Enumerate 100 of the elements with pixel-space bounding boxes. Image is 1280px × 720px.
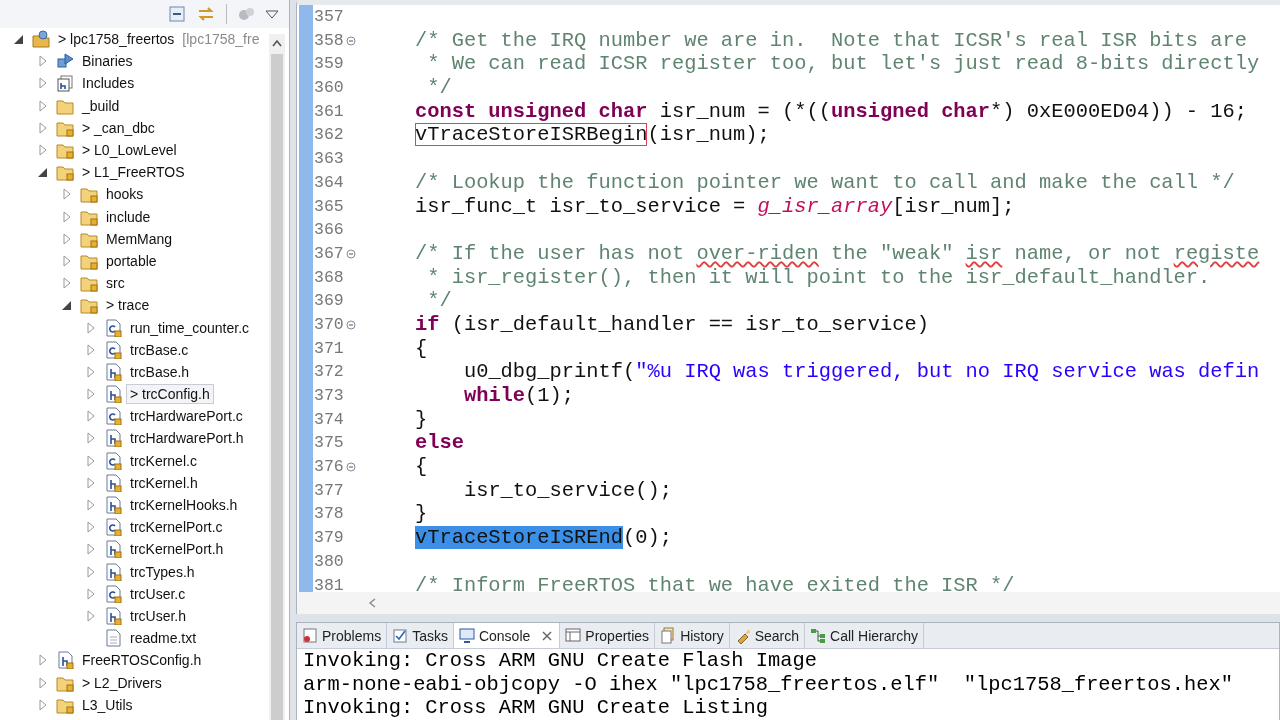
tree-item[interactable]: trcKernelHooks.h bbox=[126, 495, 242, 516]
code-line: /* Lookup the function pointer we want to call and make the call */ bbox=[414, 170, 1235, 195]
line-number: 364 bbox=[313, 171, 345, 194]
tree-item[interactable]: readme.txt bbox=[126, 628, 201, 649]
table-icon bbox=[565, 627, 582, 645]
tree-item[interactable]: trcKernelPort.h bbox=[126, 539, 228, 560]
tree-item[interactable]: hooks bbox=[102, 184, 148, 205]
panel-tab[interactable]: Call Hierarchy bbox=[805, 623, 924, 649]
tree-item[interactable]: > lpc1758_freertos bbox=[54, 29, 179, 50]
binaries-icon bbox=[56, 52, 74, 71]
document-stack-icon bbox=[660, 627, 677, 645]
tree-item[interactable]: Binaries bbox=[78, 51, 137, 72]
scroll-left-icon bbox=[367, 597, 377, 609]
code-line: /* Inform FreeRTOS that we have exited the ISR */ bbox=[414, 573, 1015, 592]
hierarchy-icon bbox=[810, 627, 827, 645]
tree-item[interactable]: FreeRTOSConfig.h bbox=[78, 650, 206, 671]
h-file-icon bbox=[104, 362, 122, 381]
code-line: else bbox=[414, 431, 464, 456]
tree-item[interactable]: > L2_Drivers bbox=[78, 672, 166, 693]
tree-item[interactable]: trcHardwarePort.c bbox=[126, 406, 247, 427]
link-arrows-icon bbox=[196, 5, 216, 23]
tree-item[interactable]: trcKernelPort.c bbox=[126, 517, 227, 538]
tree-item[interactable]: trcUser.h bbox=[126, 605, 190, 626]
line-number: 357 bbox=[313, 6, 345, 28]
tree-item[interactable]: MemMang bbox=[102, 228, 177, 249]
tree-item[interactable]: > trace bbox=[102, 295, 154, 316]
code-line: while(1); bbox=[463, 384, 575, 408]
tree-item[interactable]: run_time_counter.c bbox=[126, 317, 254, 338]
close-icon[interactable] bbox=[540, 628, 555, 643]
line-number: 370 bbox=[313, 313, 345, 336]
line-number: 359 bbox=[313, 53, 345, 76]
c-file-icon bbox=[104, 518, 122, 537]
fold-toggle-icon[interactable] bbox=[346, 35, 356, 46]
fold-toggle-icon[interactable] bbox=[346, 319, 356, 330]
tree-item[interactable]: > L1_FreeRTOS bbox=[78, 162, 189, 183]
tree-item[interactable]: trcHardwarePort.h bbox=[126, 428, 248, 449]
folder-icon bbox=[80, 296, 98, 315]
tree-item[interactable]: trcKernel.h bbox=[126, 472, 202, 493]
code-line: */ bbox=[426, 76, 452, 100]
c-file-icon bbox=[104, 407, 122, 426]
line-number: 378 bbox=[313, 503, 345, 526]
tree-item[interactable]: trcTypes.h bbox=[126, 561, 199, 582]
h-file-icon bbox=[104, 385, 122, 404]
tree-item[interactable]: _build bbox=[78, 95, 124, 116]
h-file-icon bbox=[104, 562, 122, 581]
includes-icon bbox=[56, 74, 74, 93]
view-menu-icon bbox=[265, 9, 279, 19]
line-number: 380 bbox=[313, 550, 345, 573]
fold-toggle-icon[interactable] bbox=[346, 248, 356, 259]
panel-tab[interactable]: Problems bbox=[297, 623, 388, 649]
code-line: /* Get the IRQ number we are in. Note that ICSR's real ISR bits are bbox=[414, 28, 1248, 53]
tree-item[interactable]: src bbox=[102, 273, 129, 294]
line-number: 377 bbox=[313, 479, 345, 502]
scrollbar[interactable] bbox=[269, 34, 285, 720]
folder-icon bbox=[56, 163, 74, 182]
tree-item[interactable]: > L0_LowLevel bbox=[78, 140, 181, 161]
code-line: * We can read ICSR register too, but let's just read 8-bits directly bbox=[426, 52, 1260, 77]
folder-icon bbox=[56, 141, 74, 160]
problems-icon bbox=[302, 627, 318, 645]
tree-item[interactable]: trcBase.c bbox=[126, 339, 193, 360]
tree-item[interactable]: trcBase.h bbox=[126, 361, 194, 382]
code-line: u0_dbg_printf("%u IRQ was triggered, but no IRQ service was defin bbox=[463, 360, 1260, 384]
folder-icon bbox=[80, 185, 98, 204]
tree-item[interactable]: > _can_dbc bbox=[78, 117, 159, 138]
line-number: 358 bbox=[313, 29, 345, 52]
tree-item[interactable]: trcUser.c bbox=[126, 583, 190, 604]
tree-item[interactable]: > trcConfig.h bbox=[126, 384, 214, 405]
line-number: 369 bbox=[313, 290, 345, 313]
code-line: * isr_register(), then it will point to the isr_default_handler. bbox=[426, 265, 1211, 290]
collapse-all-icon bbox=[168, 5, 186, 23]
panel-tab[interactable]: Tasks bbox=[387, 623, 454, 649]
panel-tab[interactable]: Search bbox=[729, 623, 806, 649]
h-file-icon bbox=[104, 429, 122, 448]
panel-tab[interactable]: Console bbox=[453, 623, 561, 649]
project-folder-icon bbox=[32, 30, 50, 49]
line-number: 374 bbox=[313, 408, 345, 431]
panel-tab[interactable]: Properties bbox=[560, 623, 656, 649]
tree-item[interactable]: Includes bbox=[78, 73, 139, 94]
line-number: 375 bbox=[313, 432, 345, 455]
panel-tab[interactable]: History bbox=[655, 623, 730, 649]
tree-item[interactable]: L3_Utils bbox=[78, 694, 137, 715]
line-number: 368 bbox=[313, 266, 345, 289]
code-line: { bbox=[414, 336, 428, 361]
h-file-icon bbox=[56, 651, 74, 670]
line-number: 360 bbox=[313, 77, 345, 100]
line-number: 366 bbox=[313, 219, 345, 242]
line-number: 376 bbox=[313, 456, 345, 479]
h-file-icon bbox=[104, 496, 122, 515]
line-number: 372 bbox=[313, 361, 345, 384]
line-number: 371 bbox=[313, 337, 345, 360]
line-number: 373 bbox=[313, 385, 345, 407]
code-line: vTraceStoreISRBegin(isr_num); bbox=[414, 123, 770, 148]
console-line: arm-none-eabi-objcopy -O ihex "lpc1758_freertos.elf" "lpc1758_freertos.hex" bbox=[303, 672, 1234, 697]
c-file-icon bbox=[104, 340, 122, 359]
tree-item[interactable]: include bbox=[102, 206, 155, 227]
fold-toggle-icon[interactable] bbox=[346, 461, 356, 472]
tree-item[interactable]: trcKernel.c bbox=[126, 450, 201, 471]
line-number: 379 bbox=[313, 527, 345, 550]
code-line: const unsigned char isr_num = (*((unsigned char*) 0xE000ED04)) - 16; bbox=[414, 99, 1248, 124]
tree-item[interactable]: portable bbox=[102, 250, 161, 271]
